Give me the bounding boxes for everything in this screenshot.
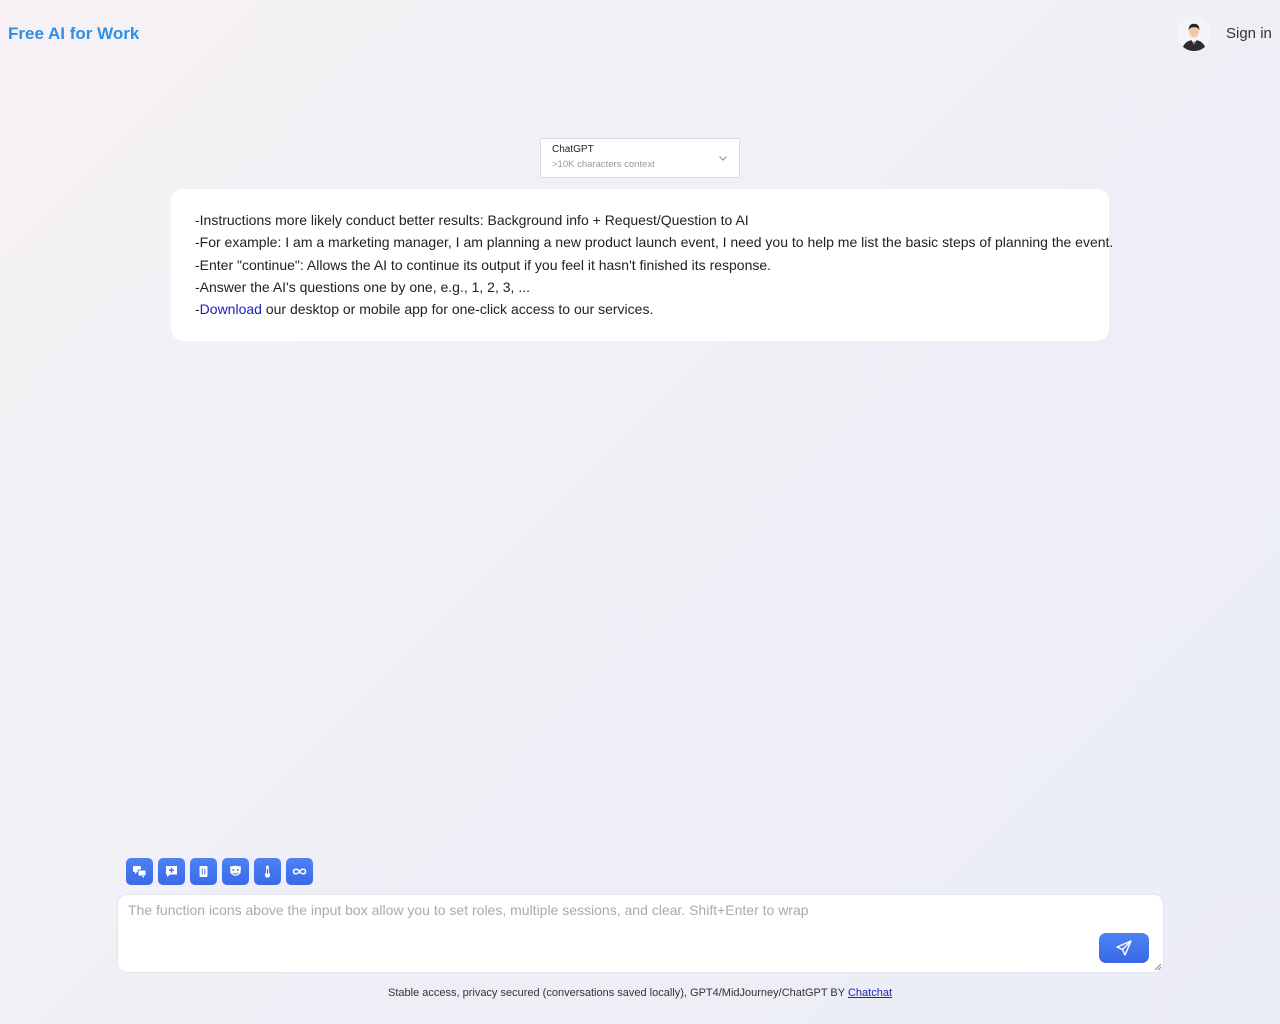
tip-line-answer: -Answer the AI's questions one by one, e… (195, 278, 530, 295)
new-chat-button[interactable] (158, 858, 185, 885)
user-avatar-icon (1177, 17, 1211, 51)
avatar[interactable] (1177, 17, 1211, 51)
tips-card: -Instructions more likely conduct better… (171, 189, 1114, 341)
infinity-icon (292, 868, 307, 875)
brand-title[interactable]: Free AI for Work (8, 24, 139, 44)
role-mask-icon (230, 865, 241, 876)
clear-icon (199, 866, 208, 877)
sessions-icon (133, 866, 147, 878)
resize-grip-icon[interactable] (1154, 963, 1162, 971)
tip-line-example: -For example: I am a marketing manager, … (195, 234, 1114, 251)
tip-download-text: our desktop or mobile app for one-click … (261, 301, 654, 318)
role-mask-button[interactable] (222, 858, 249, 885)
tip-line-instructions: -Instructions more likely conduct better… (195, 212, 749, 228)
chevron-down-icon (719, 156, 727, 161)
sign-in-link[interactable]: Sign in (1226, 25, 1272, 42)
sessions-button[interactable] (126, 858, 153, 885)
temperature-button[interactable] (254, 858, 281, 885)
model-context-label: >10K characters context (552, 159, 655, 170)
download-link[interactable]: Download (200, 301, 262, 317)
chat-input[interactable] (118, 895, 1163, 972)
model-selector[interactable]: ChatGPT >10K characters context (540, 138, 740, 178)
temperature-icon (264, 865, 271, 878)
send-icon (1116, 940, 1132, 956)
model-name: ChatGPT (552, 144, 594, 155)
send-button[interactable] (1099, 933, 1149, 963)
clear-button[interactable] (190, 858, 217, 885)
input-toolbar (126, 858, 313, 885)
new-chat-icon (166, 866, 177, 877)
continuous-button[interactable] (286, 858, 313, 885)
chat-input-box (117, 894, 1164, 973)
tip-line-continue: -Enter "continue": Allows the AI to cont… (195, 256, 772, 273)
footer: Stable access, privacy secured (conversa… (0, 987, 1280, 999)
footer-text: Stable access, privacy secured (conversa… (388, 987, 848, 999)
tip-line-download: -Download our desktop or mobile app for … (195, 298, 1085, 320)
chatchat-link[interactable]: Chatchat (848, 987, 892, 999)
